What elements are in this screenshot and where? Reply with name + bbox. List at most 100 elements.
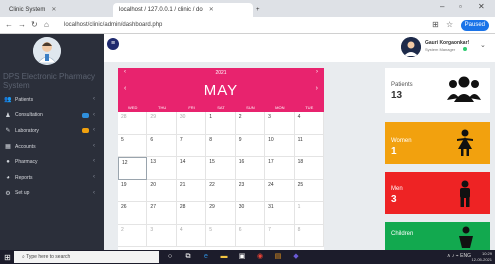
calendar-day[interactable]: 22 — [206, 179, 236, 202]
store-icon[interactable]: ▣ — [237, 252, 247, 262]
calendar-day[interactable]: 13 — [147, 157, 177, 180]
men-card[interactable]: Men 3 — [385, 172, 490, 214]
calendar-day[interactable]: 3 — [265, 112, 295, 135]
calendar-day[interactable]: 15 — [206, 157, 236, 180]
calendar-day[interactable]: 17 — [265, 157, 295, 180]
sidebar-item-pharmacy[interactable]: ● Pharmacy ‹ — [0, 154, 104, 170]
chevron-left-icon: ‹ — [93, 127, 95, 134]
minimize-icon[interactable]: – — [440, 2, 444, 11]
calendar-day[interactable]: 30 — [176, 112, 207, 135]
close-tab-icon[interactable]: ✕ — [51, 7, 56, 13]
calendar-day[interactable]: 1 — [206, 112, 236, 135]
calendar-day[interactable]: 7 — [265, 224, 295, 247]
calendar-day[interactable]: 11 — [294, 134, 324, 157]
calendar-day[interactable]: 8 — [294, 224, 324, 247]
calendar-day[interactable]: 9 — [235, 134, 266, 157]
sidebar-item-accounts[interactable]: ▦ Accounts ‹ — [0, 139, 104, 155]
calendar-day[interactable]: 28 — [118, 112, 148, 135]
calendar-day[interactable]: 18 — [294, 157, 324, 180]
chrome-icon[interactable]: ◉ — [255, 252, 265, 262]
calendar-day[interactable]: 5 — [118, 134, 148, 157]
calendar-day[interactable]: 3 — [147, 224, 177, 247]
sidebar-item-patients[interactable]: 👥 Patients ‹ — [0, 92, 104, 108]
next-month-icon[interactable]: › — [316, 85, 318, 92]
calendar-day[interactable]: 24 — [265, 179, 295, 202]
browser-tab-clinic[interactable]: Clinic System ✕ — [3, 3, 113, 17]
calendar-day[interactable]: 25 — [294, 179, 324, 202]
calendar-day[interactable]: 31 — [265, 202, 295, 225]
profile-paused-button[interactable]: Paused — [460, 20, 489, 31]
calendar-day[interactable]: 29 — [206, 202, 236, 225]
cortana-icon[interactable]: ○ — [165, 252, 175, 262]
language-indicator[interactable]: ENG — [460, 253, 471, 259]
sidebar-item-label: Laboratory — [15, 127, 39, 134]
extensions-icon[interactable]: ⊞ — [432, 20, 439, 29]
calendar-day[interactable]: 20 — [147, 179, 177, 202]
forward-icon[interactable]: → — [18, 20, 26, 29]
calendar-day[interactable]: 28 — [176, 202, 207, 225]
chevron-down-icon[interactable]: ⌄ — [480, 41, 486, 49]
calendar-day[interactable]: 6 — [235, 224, 266, 247]
new-tab-button[interactable]: + — [254, 3, 266, 17]
sidebar-item-reports[interactable]: ◕ Reports ‹ — [0, 170, 104, 186]
browser-address-bar: ← → ↻ ⌂ localhost/clinic/admin/dashboard… — [0, 17, 495, 34]
sidebar-item-laboratory[interactable]: ✎ Laboratory ‹ — [0, 123, 104, 139]
close-tab-icon[interactable]: ✕ — [209, 7, 214, 13]
user-avatar[interactable] — [401, 37, 421, 57]
calendar-day[interactable]: 30 — [235, 202, 266, 225]
star-icon[interactable]: ☆ — [446, 20, 453, 29]
calendar-day[interactable]: 23 — [235, 179, 266, 202]
pill-icon: ● — [6, 159, 10, 166]
sidebar-item-consultation[interactable]: ♟ Consultation ‹ — [0, 108, 104, 124]
close-window-icon[interactable]: ✕ — [478, 2, 485, 11]
prev-year-icon[interactable]: ‹ — [124, 69, 126, 75]
tab-title: Clinic System — [9, 7, 46, 13]
calendar-day[interactable]: 12 — [118, 157, 148, 180]
prev-month-icon[interactable]: ‹ — [124, 85, 126, 92]
user-name: Gauri Korgaonkar! — [425, 40, 470, 46]
side-menu: 👥 Patients ‹ ♟ Consultation ‹ ✎ Laborato… — [0, 92, 104, 201]
taskbar-search-input[interactable]: ⌕ Type here to search — [14, 251, 159, 263]
children-card[interactable]: Children — [385, 222, 490, 250]
calendar-day[interactable]: 2 — [235, 112, 266, 135]
calendar-day[interactable]: 19 — [118, 179, 148, 202]
calendar-day[interactable]: 29 — [147, 112, 177, 135]
task-view-icon[interactable]: ⧉ — [183, 252, 193, 262]
maximize-icon[interactable]: ▫ — [459, 2, 462, 11]
women-card[interactable]: Women 1 — [385, 122, 490, 164]
patients-card[interactable]: Patients 13 — [385, 68, 490, 113]
next-year-icon[interactable]: › — [316, 69, 318, 75]
calendar-day[interactable]: 6 — [147, 134, 177, 157]
browser-tab-phpmyadmin[interactable]: localhost / 127.0.0.1 / clinic / do ✕ — [113, 3, 253, 17]
xampp-icon[interactable]: ▤ — [273, 252, 283, 262]
tray-icons[interactable]: ∧ ♪ ⌁ — [447, 253, 460, 259]
calendar-day[interactable]: 1 — [294, 202, 324, 225]
calendar-day[interactable]: 14 — [176, 157, 207, 180]
sidebar-item-label: Consultation — [15, 112, 43, 119]
vscode-icon[interactable]: ◆ — [291, 252, 301, 262]
reload-icon[interactable]: ↻ — [31, 20, 38, 29]
browser-tab-bar: Clinic System ✕ localhost / 127.0.0.1 / c… — [0, 0, 495, 17]
sidebar-item-setup[interactable]: ⚙ Set up ‹ — [0, 186, 104, 202]
calendar-day[interactable]: 5 — [206, 224, 236, 247]
calendar-day[interactable]: 21 — [176, 179, 207, 202]
calendar-day[interactable]: 10 — [265, 134, 295, 157]
taskbar-clock[interactable]: 10:29 12-05-2021 — [472, 251, 492, 263]
calendar-day[interactable]: 8 — [206, 134, 236, 157]
menu-toggle-icon[interactable]: ≡ — [107, 38, 119, 50]
calendar-day[interactable]: 27 — [147, 202, 177, 225]
calendar-day[interactable]: 16 — [235, 157, 266, 180]
file-explorer-icon[interactable]: ▬ — [219, 252, 229, 262]
calendar-day[interactable]: 26 — [118, 202, 148, 225]
back-icon[interactable]: ← — [5, 20, 13, 29]
home-icon[interactable]: ⌂ — [44, 20, 49, 29]
windows-start-icon[interactable]: ⊞ — [4, 253, 11, 262]
calendar-day[interactable]: 7 — [176, 134, 207, 157]
calendar-day[interactable]: 4 — [176, 224, 207, 247]
calendar-day[interactable]: 4 — [294, 112, 324, 135]
calendar-day[interactable]: 2 — [118, 224, 148, 247]
edge-icon[interactable]: e — [201, 252, 211, 262]
chevron-left-icon: ‹ — [93, 189, 95, 196]
url-field[interactable]: localhost/clinic/admin/dashboard.php — [60, 20, 370, 31]
stat-value: 13 — [391, 90, 403, 101]
